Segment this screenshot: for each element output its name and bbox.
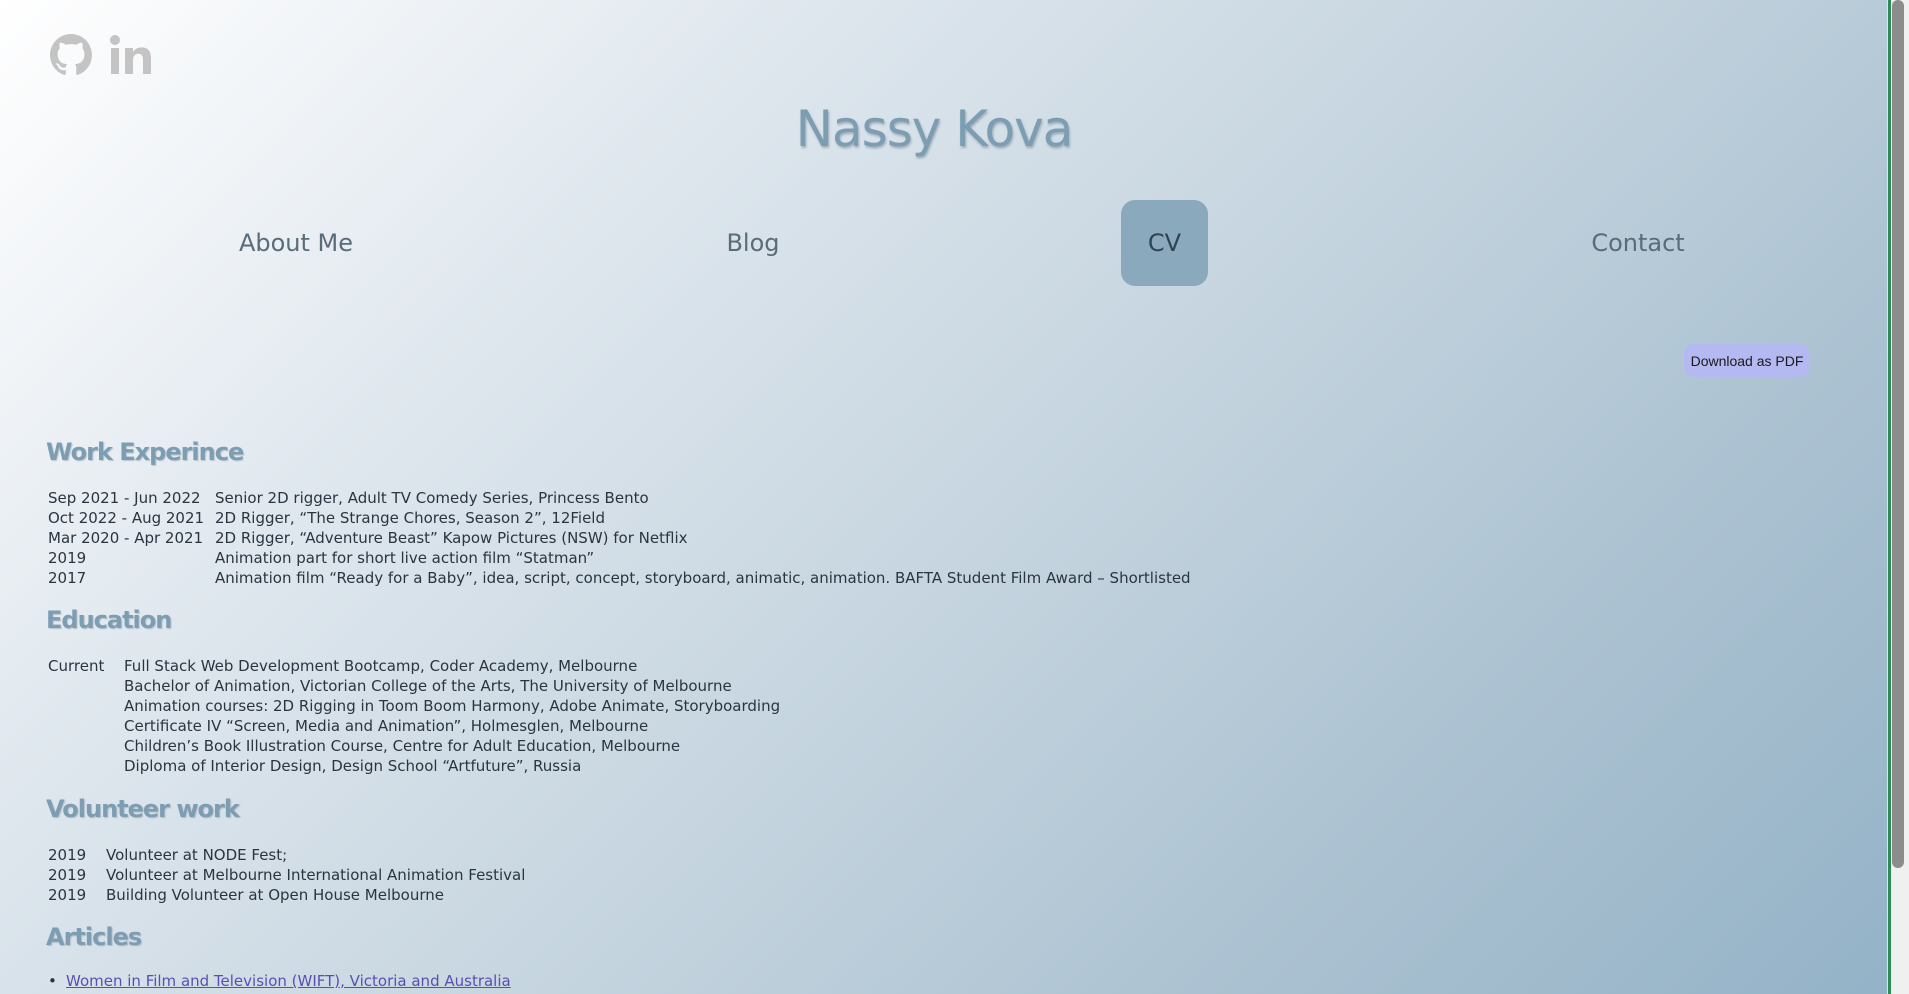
work-row: 2017 Animation film “Ready for a Baby”, i… [48,568,1191,588]
education-text: Bachelor of Animation, Victorian College… [124,677,732,695]
education-label [48,736,124,756]
work-date: Sep 2021 - Jun 2022 [48,489,201,507]
work-text: Animation film “Ready for a Baby”, idea,… [215,569,1191,587]
work-experience-heading: Work Experince [46,438,244,466]
education-text: Children’s Book Illustration Course, Cen… [124,737,681,755]
work-row: 2019 Animation part for short live action… [48,548,1191,568]
work-date: 2017 [48,569,87,587]
volunteer-list: 2019 Volunteer at NODE Fest; 2019 Voluntee… [48,845,525,905]
volunteer-year: 2019 [48,846,87,864]
page: Nassy Kova About Me Blog CV Contact Down… [0,0,1888,994]
education-label [48,676,124,696]
bullet-icon: • [48,972,57,990]
volunteer-text: Volunteer at Melbourne International Ani… [106,866,526,884]
education-label [48,696,124,716]
nav-item-blog[interactable]: Blog [660,200,846,286]
education-label: Current [48,657,105,675]
nav-item-contact[interactable]: Contact [1540,200,1736,286]
education-row: Bachelor of Animation, Victorian College… [48,676,780,696]
education-list: Current Full Stack Web Development Bootca… [48,656,780,776]
volunteer-heading: Volunteer work [46,795,240,823]
linkedin-icon[interactable] [108,32,154,78]
work-text: Animation part for short live action fil… [215,549,595,567]
education-text: Diploma of Interior Design, Design Schoo… [124,757,582,775]
volunteer-text: Building Volunteer at Open House Melbour… [106,886,444,904]
volunteer-row: 2019 Volunteer at Melbourne International… [48,865,525,885]
work-row: Mar 2020 - Apr 2021 2D Rigger, “Adventure… [48,528,1191,548]
education-row: Certificate IV “Screen, Media and Animat… [48,716,780,736]
work-text: Senior 2D rigger, Adult TV Comedy Series… [215,489,649,507]
social-links [48,32,154,78]
education-row: Animation courses: 2D Rigging in Toom Bo… [48,696,780,716]
volunteer-row: 2019 Volunteer at NODE Fest; [48,845,525,865]
github-icon[interactable] [48,32,94,78]
work-row: Sep 2021 - Jun 2022 Senior 2D rigger, Adu… [48,488,1191,508]
work-text: 2D Rigger, “Adventure Beast” Kapow Pictu… [215,529,688,547]
scrollbar-thumb[interactable] [1892,0,1904,868]
work-date: 2019 [48,549,87,567]
education-text: Animation courses: 2D Rigging in Toom Bo… [124,697,781,715]
education-heading: Education [46,606,172,634]
articles-list: • Women in Film and Television (WIFT), Vi… [48,972,511,990]
work-date: Mar 2020 - Apr 2021 [48,529,204,547]
volunteer-year: 2019 [48,886,87,904]
volunteer-text: Volunteer at NODE Fest; [106,846,288,864]
articles-heading: Articles [46,923,142,951]
download-pdf-button[interactable]: Download as PDF [1684,344,1810,377]
article-link[interactable]: Women in Film and Television (WIFT), Vic… [66,972,511,990]
site-title[interactable]: Nassy Kova [0,100,1868,158]
education-label [48,716,124,736]
scrollbar-accent [1888,0,1891,994]
education-row: Diploma of Interior Design, Design Schoo… [48,756,780,776]
education-text: Full Stack Web Development Bootcamp, Cod… [124,657,638,675]
volunteer-year: 2019 [48,866,87,884]
education-text: Certificate IV “Screen, Media and Animat… [124,717,649,735]
education-row: Children’s Book Illustration Course, Cen… [48,736,780,756]
volunteer-row: 2019 Building Volunteer at Open House Mel… [48,885,525,905]
main-nav: About Me Blog CV Contact [0,200,1868,286]
work-experience-list: Sep 2021 - Jun 2022 Senior 2D rigger, Adu… [48,488,1191,588]
education-label [48,756,124,776]
nav-item-about-me[interactable]: About Me [188,200,404,286]
education-row: Current Full Stack Web Development Bootca… [48,656,780,676]
scrollbar[interactable] [1887,0,1909,994]
nav-item-cv[interactable]: CV [1121,200,1208,286]
work-row: Oct 2022 - Aug 2021 2D Rigger, “The Stran… [48,508,1191,528]
work-text: 2D Rigger, “The Strange Chores, Season 2… [215,509,605,527]
work-date: Oct 2022 - Aug 2021 [48,509,205,527]
